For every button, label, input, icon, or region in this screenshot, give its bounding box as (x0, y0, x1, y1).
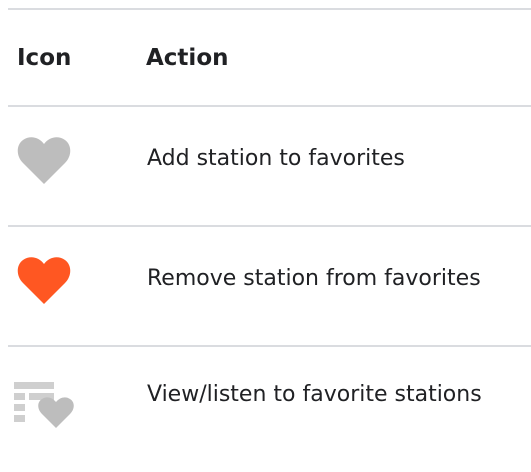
heart-filled-icon (14, 256, 74, 306)
action-text: Add station to favorites (147, 146, 405, 171)
table-row: Remove station from favorites (0, 226, 531, 345)
table-row: Add station to favorites (0, 106, 531, 225)
heart-outline-icon (14, 136, 74, 186)
favorites-list-icon (14, 380, 74, 430)
header-action: Action (146, 45, 229, 71)
header-icon: Icon (17, 45, 72, 71)
table-header-row: Icon Action (0, 10, 531, 106)
table-row: View/listen to favorite stations (0, 346, 531, 465)
action-text: View/listen to favorite stations (147, 382, 482, 407)
action-text: Remove station from favorites (147, 266, 481, 291)
icon-action-table: Icon Action Add station to favorites Rem… (0, 0, 531, 472)
